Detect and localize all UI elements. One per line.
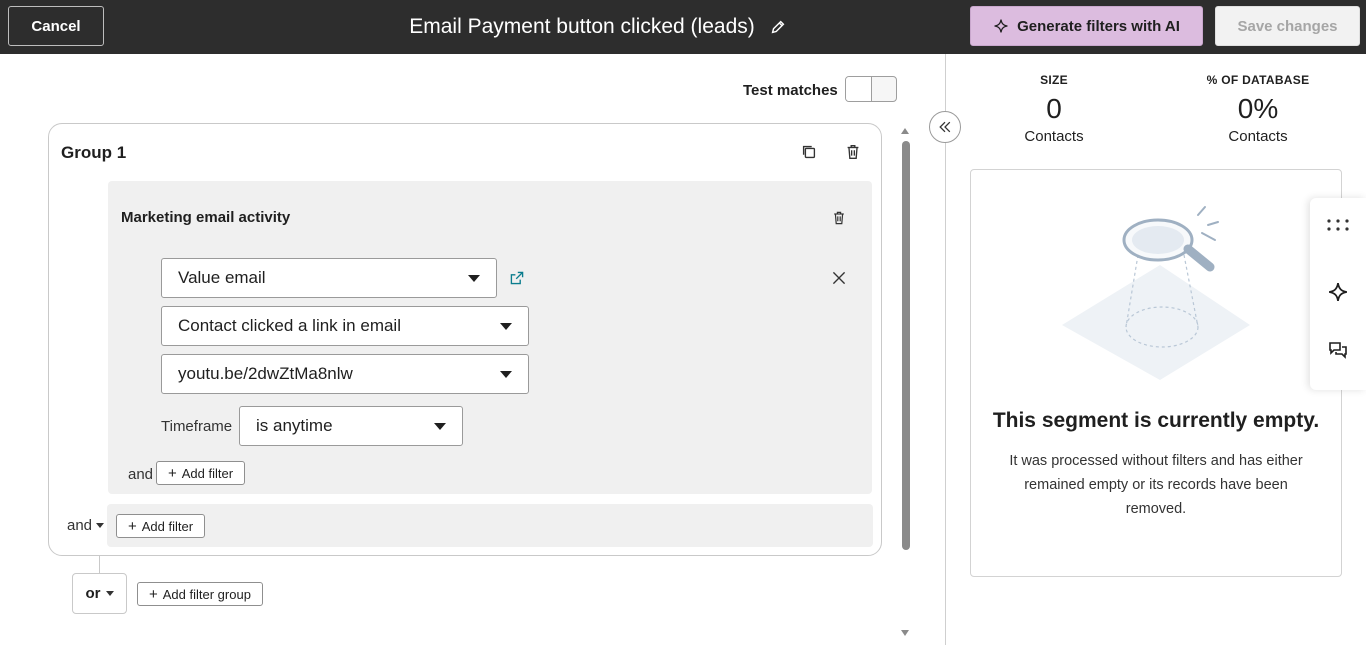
activity-select[interactable]: Contact clicked a link in email [161, 306, 529, 346]
magnifying-glass-illustration [1062, 206, 1250, 380]
test-matches-label: Test matches [743, 82, 838, 99]
percent-sub: Contacts [1228, 128, 1288, 145]
size-label: SIZE [1040, 73, 1068, 87]
generate-filters-ai-label: Generate filters with AI [1017, 17, 1180, 35]
generate-filters-ai-button[interactable]: Generate filters with AI [970, 6, 1203, 46]
scrollbar-thumb[interactable] [902, 141, 910, 550]
link-select[interactable]: youtu.be/2dwZtMa8nlw [161, 354, 529, 394]
sparkle-icon[interactable] [1326, 280, 1350, 304]
cancel-button[interactable]: Cancel [8, 6, 104, 46]
side-toolbar [1310, 198, 1366, 390]
chevron-down-icon [96, 523, 105, 528]
percent-stat: % OF DATABASE 0% Contacts [1193, 73, 1323, 145]
group-and-row [107, 504, 873, 547]
external-link-icon[interactable] [506, 267, 528, 289]
inner-and-label: and [128, 466, 154, 483]
chevron-down-icon [434, 423, 446, 430]
add-filter-button[interactable]: + Add filter [156, 461, 246, 485]
chevron-down-icon [105, 591, 114, 596]
and-operator-label: and [67, 517, 93, 534]
sparkle-icon [994, 19, 1008, 33]
grid-dots-icon[interactable] [1326, 212, 1350, 236]
group-title: Group 1 [61, 143, 127, 162]
chat-bubbles-icon[interactable] [1326, 338, 1350, 362]
timeframe-select-value: is anytime [256, 416, 333, 435]
timeframe-label: Timeframe [161, 418, 233, 435]
add-filter-group-button[interactable]: + Add filter group [137, 582, 263, 606]
double-chevron-left-icon [939, 121, 951, 133]
percent-value: 0% [1237, 93, 1279, 124]
timeframe-select[interactable]: is anytime [239, 406, 463, 446]
email-select[interactable]: Value email [161, 258, 497, 298]
close-icon[interactable] [828, 267, 850, 289]
empty-state-description: It was processed without filters and has… [1009, 453, 1303, 517]
copy-group-icon[interactable] [798, 141, 820, 163]
group-add-filter-button[interactable]: + Add filter [116, 514, 206, 538]
or-operator-label: or [85, 585, 101, 602]
plus-icon: + [168, 464, 177, 482]
delete-filter-icon[interactable] [828, 207, 850, 229]
top-bar: Cancel Email Payment button clicked (lea… [0, 0, 1366, 54]
toggle-knob [846, 77, 872, 101]
scroll-up-arrow-icon[interactable] [901, 128, 909, 134]
chevron-down-icon [500, 371, 512, 378]
chevron-down-icon [468, 275, 480, 282]
activity-select-value: Contact clicked a link in email [178, 316, 401, 335]
size-sub: Contacts [1024, 128, 1084, 145]
page-title: Email Payment button clicked (leads) [409, 15, 755, 38]
pencil-icon[interactable] [769, 18, 787, 36]
chevron-down-icon [500, 323, 512, 330]
percent-label: % OF DATABASE [1206, 73, 1310, 87]
email-select-value: Value email [178, 268, 266, 287]
and-operator-dropdown[interactable]: and [67, 517, 105, 534]
collapse-panel-button[interactable] [929, 111, 961, 143]
add-filter-group-label: Add filter group [162, 586, 251, 602]
save-changes-button[interactable]: Save changes [1215, 6, 1360, 46]
test-matches-toggle[interactable] [845, 76, 897, 102]
scroll-down-arrow-icon[interactable] [901, 630, 909, 636]
link-select-value: youtu.be/2dwZtMa8nlw [178, 364, 353, 383]
group-add-filter-label: Add filter [141, 518, 194, 534]
plus-icon: + [128, 517, 137, 535]
or-operator-dropdown[interactable]: or [72, 573, 127, 614]
plus-icon: + [149, 585, 158, 603]
empty-state-title: This segment is currently empty. [992, 409, 1320, 432]
size-value: 0 [1046, 93, 1062, 124]
group-connector-line [99, 556, 100, 573]
delete-group-icon[interactable] [842, 141, 864, 163]
size-stat: SIZE 0 Contacts [1004, 73, 1104, 145]
filter-title: Marketing email activity [121, 209, 291, 226]
add-filter-label: Add filter [181, 465, 234, 481]
